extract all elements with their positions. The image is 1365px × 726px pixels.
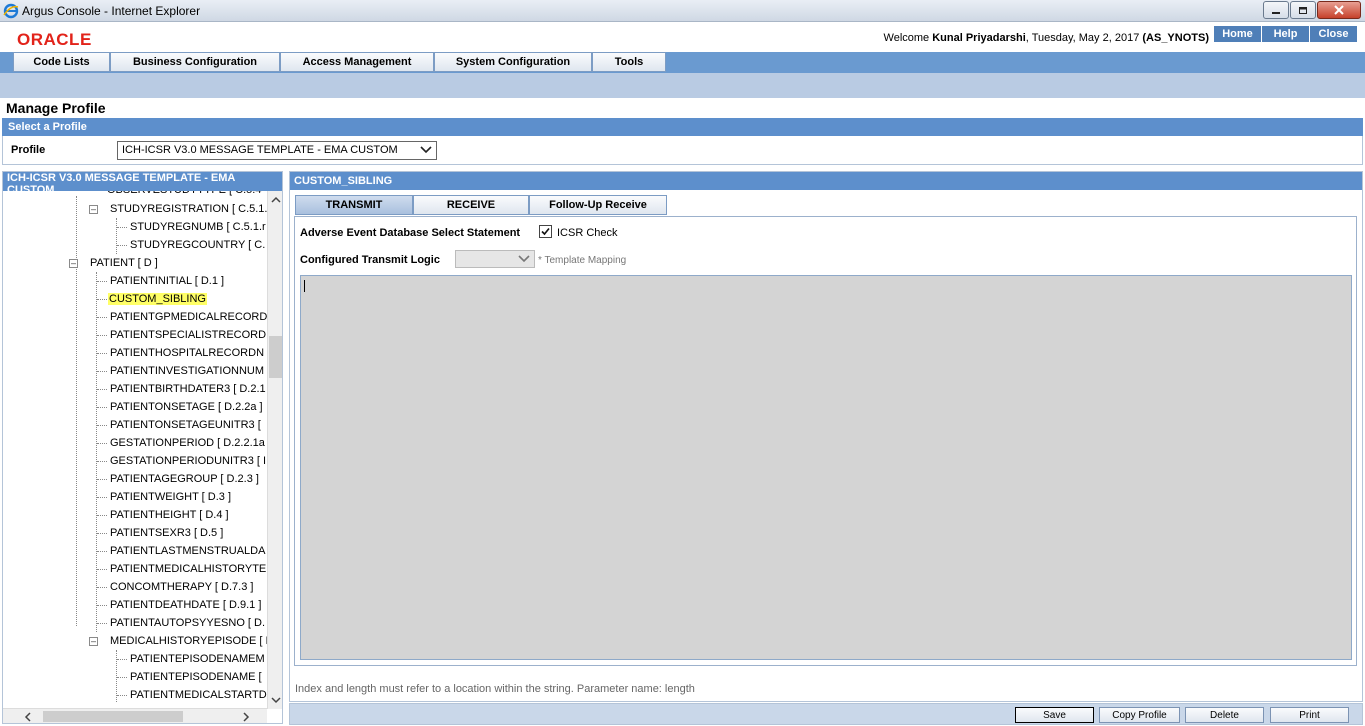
internet-explorer-icon	[3, 3, 19, 19]
tree-item[interactable]: PATIENT [ D ]	[90, 255, 158, 271]
close-window-button[interactable]	[1317, 1, 1361, 19]
home-link[interactable]: Home	[1214, 26, 1262, 42]
ae-select-statement-label: Adverse Event Database Select Statement	[300, 227, 521, 239]
scroll-up-icon[interactable]	[269, 193, 283, 207]
welcome-text: Welcome Kunal Priyadarshi, Tuesday, May …	[883, 32, 1209, 44]
nav-business-configuration[interactable]: Business Configuration	[110, 52, 280, 72]
text-caret	[304, 280, 305, 292]
scroll-right-icon[interactable]	[239, 710, 253, 724]
tree-item[interactable]: PATIENTONSETAGE [ D.2.2a ]	[110, 399, 263, 415]
profile-row: Profile ICH-ICSR V3.0 MESSAGE TEMPLATE -…	[2, 136, 1363, 165]
icsr-check-checkbox[interactable]	[539, 225, 552, 238]
vertical-scroll-thumb[interactable]	[269, 336, 282, 378]
app-header: ORACLE Welcome Kunal Priyadarshi, Tuesda…	[0, 22, 1365, 52]
tree-item[interactable]: PATIENTLASTMENSTRUALDA	[110, 543, 265, 559]
select-profile-header: Select a Profile	[2, 118, 1363, 136]
error-message: Index and length must refer to a locatio…	[295, 683, 695, 695]
tree-item[interactable]: STUDYREGISTRATION [ C.5.1.	[110, 201, 267, 217]
site-code: (AS_YNOTS)	[1142, 32, 1209, 44]
tree-item[interactable]: CONCOMTHERAPY [ D.7.3 ]	[110, 579, 253, 595]
icsr-check-label: ICSR Check	[557, 227, 618, 239]
tree-item[interactable]: STUDYREGCOUNTRY [ C.	[130, 237, 265, 253]
user-name: Kunal Priyadarshi	[932, 32, 1026, 44]
minimize-icon	[1272, 12, 1280, 14]
transmit-logic-select[interactable]	[455, 250, 535, 268]
profile-tree-panel: OBSERVESTUDYTYPE [ C.5.4 – STUDYREGISTRA…	[2, 171, 283, 724]
tree-header: ICH-ICSR V3.0 MESSAGE TEMPLATE - EMA CUS…	[3, 172, 282, 191]
tree-horizontal-scrollbar[interactable]	[3, 708, 267, 724]
horizontal-scroll-thumb[interactable]	[43, 711, 183, 722]
transmit-tab-body: Adverse Event Database Select Statement …	[294, 216, 1357, 666]
tree-item[interactable]: PATIENTDEATHDATE [ D.9.1 ]	[110, 597, 261, 613]
tree-item[interactable]: PATIENTSEXR3 [ D.5 ]	[110, 525, 223, 541]
profile-tree: OBSERVESTUDYTYPE [ C.5.4 – STUDYREGISTRA…	[3, 182, 267, 702]
nav-tools[interactable]: Tools	[592, 52, 666, 72]
tree-item[interactable]: GESTATIONPERIOD [ D.2.2.1a	[110, 435, 265, 451]
profile-label: Profile	[11, 144, 46, 156]
tree-item[interactable]: PATIENTGPMEDICALRECORD	[110, 309, 267, 325]
copy-profile-button[interactable]: Copy Profile	[1099, 707, 1180, 723]
tree-item[interactable]: PATIENTINITIAL [ D.1 ]	[110, 273, 224, 289]
close-icon	[1334, 5, 1344, 15]
tree-item[interactable]: PATIENTHEIGHT [ D.4 ]	[110, 507, 229, 523]
nav-code-lists[interactable]: Code Lists	[13, 52, 110, 72]
close-link[interactable]: Close	[1310, 26, 1358, 42]
restore-icon	[1299, 7, 1307, 14]
collapse-icon[interactable]: –	[89, 637, 98, 646]
tree-item[interactable]: PATIENTMEDICALHISTORYTE	[110, 561, 266, 577]
footer-button-bar: Save Copy Profile Delete Print	[289, 703, 1363, 725]
tab-transmit[interactable]: TRANSMIT	[295, 195, 413, 215]
tree-vertical-scrollbar[interactable]	[267, 191, 283, 709]
save-button[interactable]: Save	[1015, 707, 1094, 723]
tree-item[interactable]: STUDYREGNUMB [ C.5.1.r	[130, 219, 266, 235]
nav-system-configuration[interactable]: System Configuration	[434, 52, 592, 72]
tree-item[interactable]: PATIENTHOSPITALRECORDN	[110, 345, 264, 361]
tree-item[interactable]: PATIENTAUTOPSYYESNO [ D.	[110, 615, 265, 631]
window-titlebar: Argus Console - Internet Explorer	[0, 0, 1365, 22]
sql-statement-textarea[interactable]	[300, 275, 1352, 660]
scroll-down-icon[interactable]	[269, 693, 283, 707]
help-link[interactable]: Help	[1262, 26, 1310, 42]
collapse-icon[interactable]: –	[69, 259, 78, 268]
tree-item[interactable]: PATIENTAGEGROUP [ D.2.3 ]	[110, 471, 259, 487]
element-header: CUSTOM_SIBLING	[290, 172, 1362, 190]
tree-item[interactable]: PATIENTINVESTIGATIONNUM	[110, 363, 264, 379]
tree-item[interactable]: PATIENTMEDICALSTARTD	[130, 687, 267, 702]
chevron-down-icon	[518, 255, 530, 263]
tree-item[interactable]: PATIENTWEIGHT [ D.3 ]	[110, 489, 231, 505]
print-button[interactable]: Print	[1270, 707, 1349, 723]
checkmark-icon	[541, 227, 550, 236]
profile-select[interactable]: ICH-ICSR V3.0 MESSAGE TEMPLATE - EMA CUS…	[117, 141, 437, 160]
chevron-down-icon	[420, 146, 432, 154]
template-mapping-note: * Template Mapping	[538, 255, 627, 266]
element-detail-panel: CUSTOM_SIBLING TRANSMIT RECEIVE Follow-U…	[289, 171, 1363, 702]
tab-follow-up-receive[interactable]: Follow-Up Receive	[529, 195, 667, 215]
scroll-left-icon[interactable]	[21, 710, 35, 724]
tree-item[interactable]: PATIENTEPISODENAME [	[130, 669, 262, 685]
window-title: Argus Console - Internet Explorer	[22, 4, 201, 18]
main-nav: Code Lists Business Configuration Access…	[0, 52, 1365, 73]
transmit-logic-label: Configured Transmit Logic	[300, 254, 440, 266]
tree-item[interactable]: PATIENTONSETAGEUNITR3 [	[110, 417, 261, 433]
oracle-logo: ORACLE	[17, 30, 92, 49]
tree-item[interactable]: GESTATIONPERIODUNITR3 [ I	[110, 453, 266, 469]
nav-access-management[interactable]: Access Management	[280, 52, 434, 72]
tree-item-selected[interactable]: CUSTOM_SIBLING	[108, 291, 207, 307]
tree-item[interactable]: PATIENTBIRTHDATER3 [ D.2.1	[110, 381, 266, 397]
tree-item[interactable]: MEDICALHISTORYEPISODE [ I	[110, 633, 267, 649]
tab-receive[interactable]: RECEIVE	[413, 195, 529, 215]
detail-tabs: TRANSMIT RECEIVE Follow-Up Receive	[295, 195, 667, 215]
minimize-button[interactable]	[1263, 1, 1289, 19]
page-title: Manage Profile	[6, 100, 106, 116]
maximize-button[interactable]	[1290, 1, 1316, 19]
sub-nav-bar	[0, 73, 1365, 98]
delete-button[interactable]: Delete	[1185, 707, 1264, 723]
tree-item[interactable]: PATIENTEPISODENAMEM	[130, 651, 265, 667]
tree-item[interactable]: PATIENTSPECIALISTRECORD	[110, 327, 266, 343]
collapse-icon[interactable]: –	[89, 205, 98, 214]
